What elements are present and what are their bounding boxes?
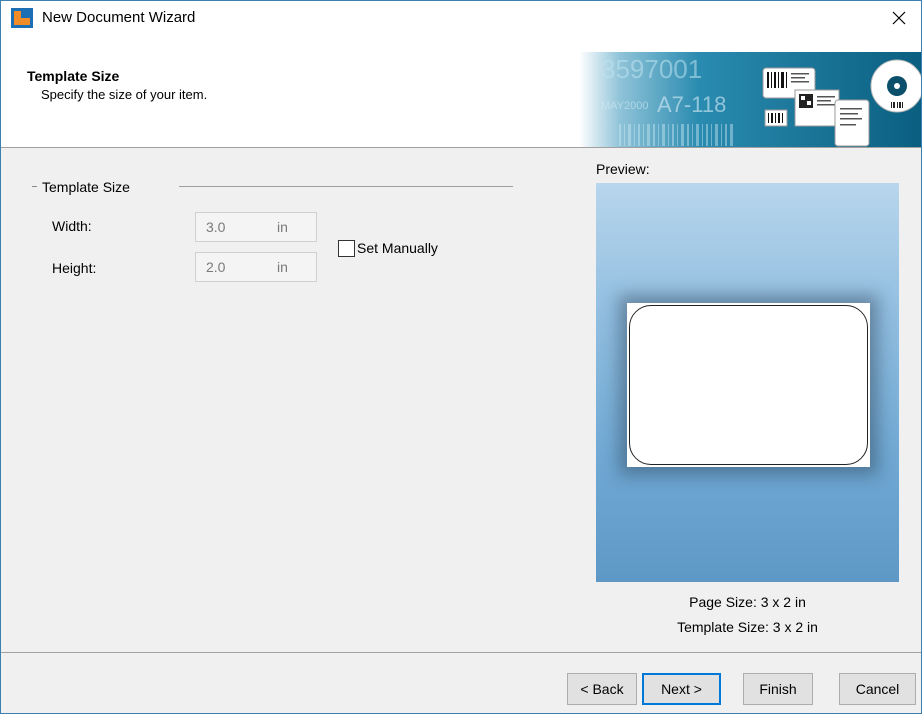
cancel-button[interactable]: Cancel [839, 673, 916, 705]
label-preview [627, 303, 870, 467]
width-label: Width: [52, 218, 92, 234]
height-field[interactable]: 2.0 in [195, 252, 317, 282]
wizard-window: New Document Wizard Template Size Specif… [0, 0, 922, 714]
next-button[interactable]: Next > [642, 673, 721, 705]
preview-label: Preview: [596, 161, 650, 177]
title-bar: New Document Wizard [1, 1, 921, 34]
group-divider-left [32, 186, 37, 187]
name-badge-icon [834, 99, 870, 147]
labels-banner-image: 3597001 MAY2000 A7-118 [579, 52, 921, 147]
height-value: 2.0 [206, 259, 226, 275]
close-button[interactable] [877, 1, 921, 34]
window-title: New Document Wizard [42, 9, 196, 26]
back-button[interactable]: < Back [567, 673, 637, 705]
set-manually-checkbox[interactable] [338, 240, 355, 257]
width-field[interactable]: 3.0 in [195, 212, 317, 242]
banner-code: A7-118 [657, 92, 726, 117]
page-subtitle: Specify the size of your item. [41, 87, 208, 102]
height-label: Height: [52, 260, 97, 276]
qr-tag-icon [794, 89, 840, 127]
disc-label-icon [870, 59, 921, 113]
finish-button[interactable]: Finish [743, 673, 813, 705]
group-divider-right [179, 186, 513, 187]
template-size-group-label: Template Size [42, 179, 130, 195]
banner-number: 3597001 [601, 54, 702, 84]
app-logo-icon [11, 8, 33, 28]
banner-date: MAY2000 [601, 100, 649, 112]
page-size-text: Page Size: 3 x 2 in [689, 594, 806, 610]
page-title: Template Size [27, 68, 120, 84]
preview-pane [596, 183, 899, 582]
wizard-content: Template Size Width: 3.0 in Height: 2.0 … [1, 148, 921, 653]
set-manually-label[interactable]: Set Manually [357, 240, 438, 256]
width-unit: in [277, 219, 288, 235]
footer-divider [1, 652, 921, 653]
close-icon [892, 11, 906, 24]
small-barcode-icon [764, 109, 788, 127]
height-unit: in [277, 259, 288, 275]
wizard-header: Template Size Specify the size of your i… [1, 34, 921, 148]
label-outline [629, 305, 868, 465]
width-value: 3.0 [206, 219, 226, 235]
template-size-text: Template Size: 3 x 2 in [677, 619, 818, 635]
